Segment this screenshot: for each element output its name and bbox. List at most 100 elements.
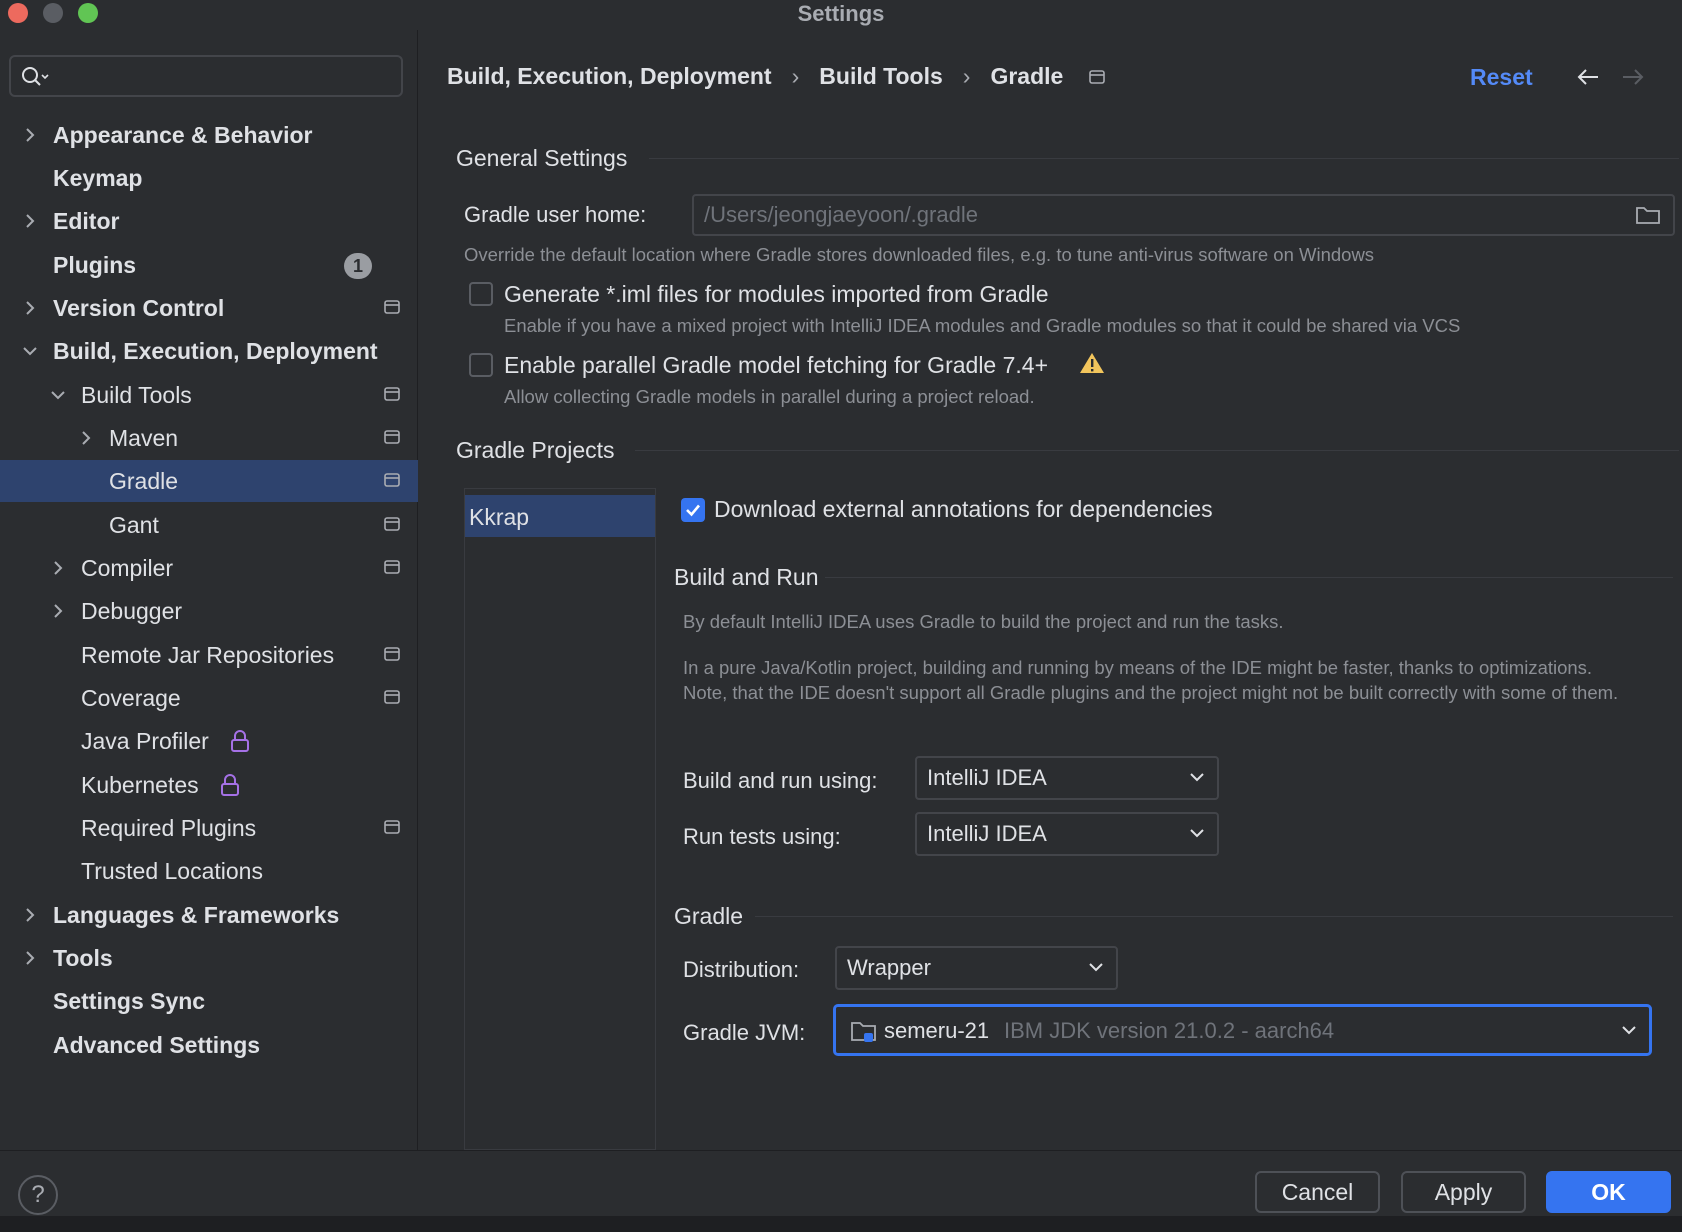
project-level-icon [384,647,400,661]
sidebar-item-gradle[interactable]: Gradle [0,460,418,502]
sidebar-item-remote-jar-repositories[interactable]: Remote Jar Repositories [0,634,418,676]
chevron-right-icon[interactable] [78,430,94,446]
sidebar-item-label: Coverage [81,684,181,711]
search-icon [22,67,49,86]
gradle-section-title: Gradle [674,903,744,929]
search-input[interactable] [57,63,387,89]
chevron-down-icon[interactable] [22,343,38,359]
sidebar-item-build-tools[interactable]: Build Tools [0,374,418,416]
gradle-jvm-dropdown[interactable]: semeru-21 IBM JDK version 21.0.2 - aarch… [833,1004,1652,1056]
reset-link[interactable]: Reset [1470,64,1533,91]
settings-content: Build, Execution, Deployment › Build Too… [419,30,1682,1150]
jdk-folder-icon [851,1022,876,1042]
sidebar-item-label: Version Control [53,294,225,321]
distribution-dropdown[interactable]: Wrapper [835,946,1118,990]
breadcrumb-item: Gradle [990,63,1064,89]
chevron-right-icon[interactable] [22,127,38,143]
section-divider [635,450,1679,451]
chevron-right-icon[interactable] [22,300,38,316]
breadcrumb: Build, Execution, Deployment › Build Too… [447,63,1106,90]
run-tests-using-label: Run tests using: [683,824,841,849]
sidebar-item-plugins[interactable]: Plugins 1 [0,244,418,286]
chevron-down-icon[interactable] [50,387,66,403]
section-divider [755,916,1673,917]
arrow-left-icon[interactable] [1576,68,1600,86]
download-annotations-label[interactable]: Download external annotations for depend… [714,496,1213,523]
sidebar-item-tools[interactable]: Tools [0,937,418,979]
gradle-user-home-input[interactable] [704,201,1584,229]
sidebar-item-compiler[interactable]: Compiler [0,547,418,589]
chevron-down-icon [1190,829,1204,838]
sidebar-item-debugger[interactable]: Debugger [0,590,418,632]
sidebar-item-advanced-settings[interactable]: Advanced Settings [0,1024,418,1066]
project-level-icon [384,473,400,487]
sidebar-item-label: Editor [53,207,120,234]
dropdown-value: Wrapper [847,955,931,980]
sidebar-item-coverage[interactable]: Coverage [0,677,418,719]
sidebar-item-trusted-locations[interactable]: Trusted Locations [0,850,418,892]
sidebar-item-label: Advanced Settings [53,1031,261,1058]
generate-iml-checkbox[interactable] [469,282,493,306]
project-level-icon [384,300,400,314]
chevron-right-icon[interactable] [22,950,38,966]
gradle-projects-title: Gradle Projects [456,437,615,463]
sidebar-item-appearance-behavior[interactable]: Appearance & Behavior [0,114,418,156]
sidebar-item-gant[interactable]: Gant [0,504,418,546]
build-and-run-description: In a pure Java/Kotlin project, building … [683,657,1619,703]
chevron-down-icon [1089,963,1103,972]
build-run-using-dropdown[interactable]: IntelliJ IDEA [915,756,1219,800]
apply-button[interactable]: Apply [1401,1171,1526,1213]
sidebar-item-label: Build Tools [81,381,192,408]
cancel-button[interactable]: Cancel [1255,1171,1380,1213]
gradle-projects-list: Kkrap [464,488,656,1150]
lock-icon [231,730,249,752]
search-box[interactable] [9,55,403,97]
checkmark-icon [686,504,700,517]
breadcrumb-item[interactable]: Build, Execution, Deployment [447,63,772,90]
sidebar-item-java-profiler[interactable]: Java Profiler [0,720,418,762]
project-level-icon [384,517,400,531]
download-annotations-checkbox[interactable] [681,498,705,522]
run-tests-using-dropdown[interactable]: IntelliJ IDEA [915,812,1219,856]
folder-icon[interactable] [1635,205,1661,225]
chevron-right-icon[interactable] [50,603,66,619]
title-bar: Settings [0,0,1682,30]
ok-button[interactable]: OK [1546,1171,1671,1213]
settings-sidebar: Appearance & Behavior Keymap Editor Plug… [0,30,418,1150]
gradle-user-home-hint: Override the default location where Grad… [464,244,1375,265]
dropdown-value: IntelliJ IDEA [927,821,1047,846]
help-button[interactable]: ? [18,1175,58,1215]
sidebar-item-languages-frameworks[interactable]: Languages & Frameworks [0,894,418,936]
sidebar-item-keymap[interactable]: Keymap [0,157,418,199]
sidebar-item-label: Build, Execution, Deployment [53,337,378,364]
parallel-fetching-label[interactable]: Enable parallel Gradle model fetching fo… [504,352,1048,379]
project-level-icon [384,387,400,401]
breadcrumb-separator: › [962,63,971,89]
chevron-right-icon[interactable] [50,560,66,576]
lock-icon [221,774,239,796]
sidebar-item-label: Languages & Frameworks [53,901,340,928]
list-item[interactable]: Kkrap [465,495,655,537]
chevron-right-icon[interactable] [22,907,38,923]
section-divider [825,577,1673,578]
jdk-detail: IBM JDK version 21.0.2 - aarch64 [1004,1018,1335,1043]
sidebar-item-settings-sync[interactable]: Settings Sync [0,980,418,1022]
parallel-fetching-checkbox[interactable] [469,353,493,377]
sidebar-item-maven[interactable]: Maven [0,417,418,459]
warning-icon [1080,353,1104,373]
sidebar-item-build-execution-deployment[interactable]: Build, Execution, Deployment [0,330,418,372]
chevron-right-icon[interactable] [22,213,38,229]
sidebar-item-editor[interactable]: Editor [0,200,418,242]
generate-iml-label[interactable]: Generate *.iml files for modules importe… [504,281,1049,308]
arrow-right-icon[interactable] [1621,68,1645,86]
general-settings-title: General Settings [456,145,628,171]
breadcrumb-item[interactable]: Build Tools [819,63,943,90]
gradle-user-home-field[interactable] [692,194,1675,236]
sidebar-item-required-plugins[interactable]: Required Plugins [0,807,418,849]
sidebar-item-kubernetes[interactable]: Kubernetes [0,764,418,806]
gradle-user-home-label: Gradle user home: [464,202,647,227]
sidebar-item-label: Kubernetes [81,771,199,798]
sidebar-item-label: Plugins [53,251,137,278]
sidebar-item-label: Compiler [81,554,174,581]
sidebar-item-version-control[interactable]: Version Control [0,287,418,329]
